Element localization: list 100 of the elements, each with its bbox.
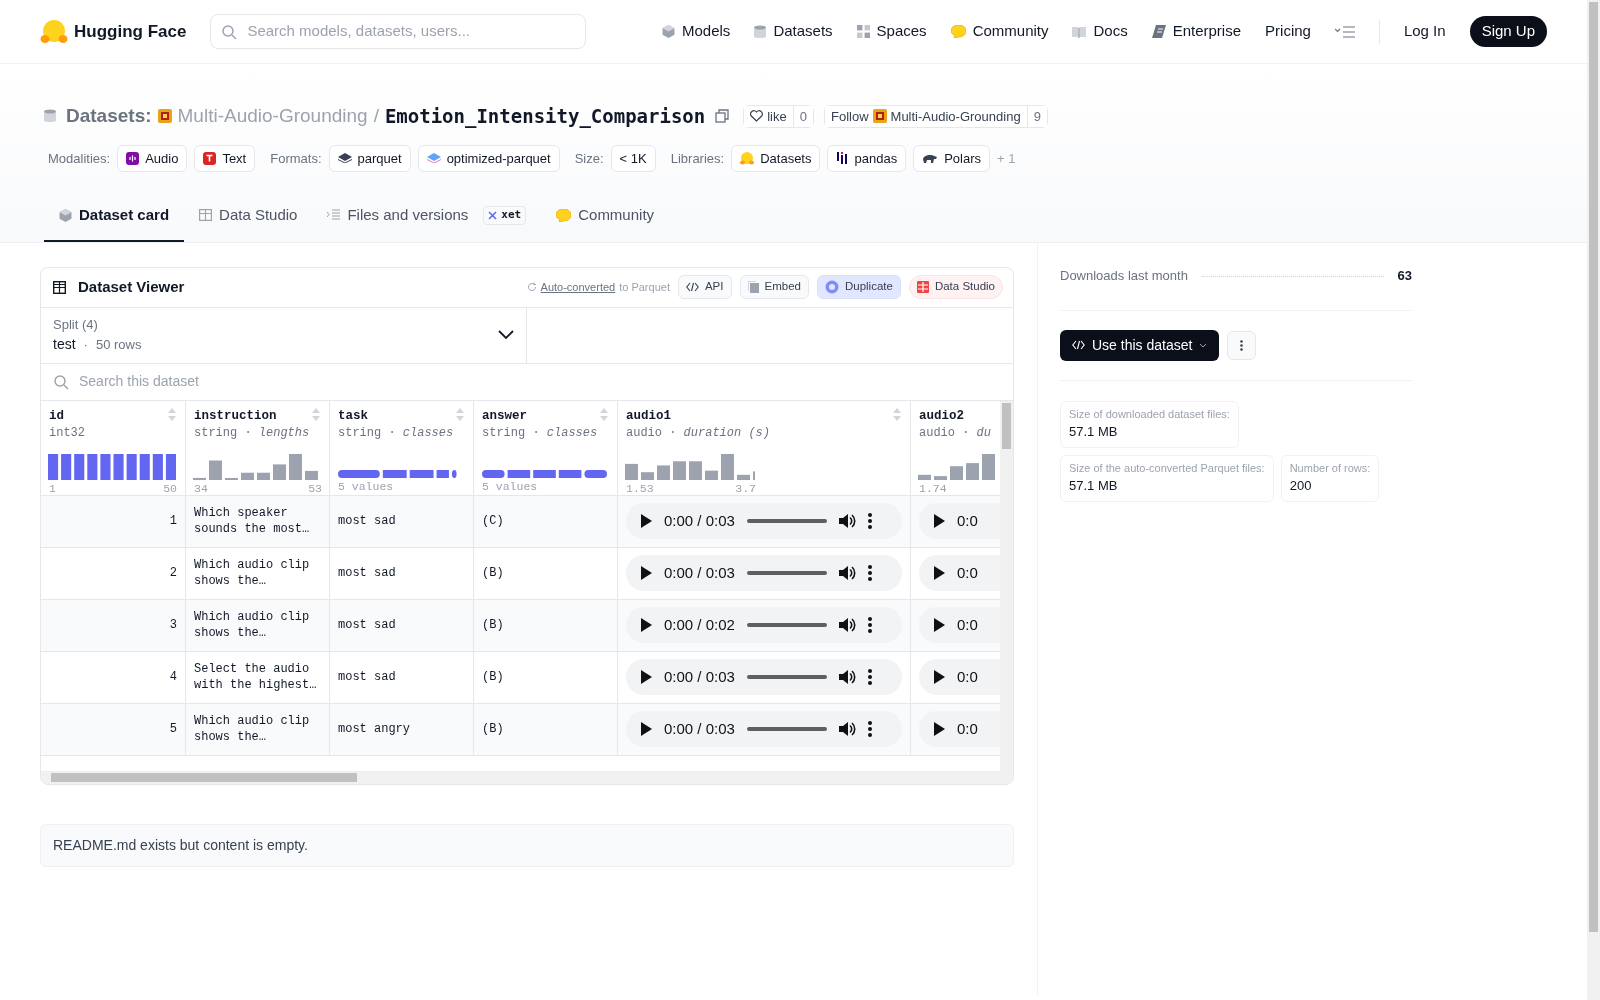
file-icon <box>747 281 759 293</box>
column-name: answer <box>482 407 527 424</box>
tab[interactable]: Data Studio <box>184 192 313 242</box>
dataset-search-field[interactable]: Search this dataset <box>77 370 1001 393</box>
more-icon <box>867 513 872 529</box>
progress-track[interactable] <box>746 571 827 575</box>
table-cell-text: (B) <box>482 669 504 686</box>
org-avatar-icon <box>157 109 172 124</box>
more-icon <box>867 617 872 633</box>
tag[interactable]: < 1K <box>610 144 656 172</box>
audio-time: 0:00 / 0:03 <box>664 562 735 583</box>
nav-link[interactable]: Community <box>950 20 1049 43</box>
play-icon <box>933 670 945 684</box>
audio-time: 0:0 <box>957 562 978 583</box>
nav-link[interactable]: Docs <box>1072 20 1128 43</box>
stat-label: Size of downloaded dataset files: <box>1069 406 1230 422</box>
tag[interactable]: Audio <box>117 144 188 172</box>
more-icon <box>867 669 872 685</box>
volume-icon <box>838 565 856 581</box>
signup-button[interactable]: Sign Up <box>1469 16 1547 47</box>
use-dataset-button[interactable]: Use this dataset <box>1060 329 1220 361</box>
copy-icon <box>715 109 730 124</box>
column-type: string · classes <box>482 424 598 441</box>
action-button[interactable]: Duplicate <box>816 275 901 299</box>
volume-icon <box>838 513 856 529</box>
progress-track[interactable] <box>746 623 827 627</box>
table-cell-text: 1 <box>169 513 177 530</box>
tab[interactable]: Dataset card <box>44 192 185 242</box>
page-scrollbar[interactable] <box>1587 0 1600 1000</box>
audio-player[interactable]: 0:0 <box>919 659 1000 695</box>
audio-player[interactable]: 0:0 <box>919 607 1000 643</box>
tag[interactable]: Datasets <box>731 144 821 172</box>
more-options-button[interactable] <box>1227 330 1257 360</box>
stat-value: 57.1 MB <box>1069 477 1119 495</box>
table-cell-text: most sad <box>338 669 396 686</box>
speech-bubble-icon <box>950 25 966 38</box>
play-icon <box>933 618 945 632</box>
tag[interactable]: pandas <box>827 144 907 172</box>
audio-player[interactable]: 0:00 / 0:03 <box>626 711 902 747</box>
action-button[interactable]: API <box>677 275 732 299</box>
table-cell-text: 4 <box>169 669 177 686</box>
more-icon <box>1240 339 1244 351</box>
parallelogram-icon <box>1151 25 1166 38</box>
conversion-note: Auto-converted to Parquet <box>526 278 670 296</box>
progress-track[interactable] <box>746 675 827 679</box>
tab[interactable]: Community <box>541 192 670 242</box>
search-field[interactable]: Search models, datasets, users... <box>245 19 576 44</box>
progress-track[interactable] <box>746 519 827 523</box>
audio-player[interactable]: 0:0 <box>919 555 1000 591</box>
text-icon <box>203 151 217 165</box>
brand-name[interactable]: Hugging Face <box>74 18 187 45</box>
play-icon <box>933 566 945 580</box>
menu-button[interactable] <box>1334 25 1355 38</box>
column-type: string · classes <box>338 424 454 441</box>
max-value: 53 <box>308 481 322 495</box>
table-cell-text: 5 <box>169 721 177 738</box>
play-icon <box>933 722 945 736</box>
max-value: 50 <box>163 481 177 495</box>
tag[interactable]: Polars <box>913 144 990 172</box>
tab[interactable]: Files and versions xet <box>312 192 542 242</box>
nav-link[interactable]: Models <box>662 20 731 43</box>
separator-dot: · <box>83 336 88 354</box>
play-icon <box>933 514 945 528</box>
row-count: 50 rows <box>95 336 142 354</box>
nav-link[interactable]: Enterprise <box>1151 20 1242 43</box>
bear-icon <box>922 153 939 164</box>
audio-player[interactable]: 0:00 / 0:03 <box>626 503 902 539</box>
tag[interactable]: optimized-parquet <box>417 144 560 172</box>
auto-converted-link[interactable]: Auto-converted <box>540 278 616 296</box>
column-type: int32 <box>49 424 85 441</box>
table-cell-text: Which audio clip shows the… <box>194 609 311 641</box>
split-label: Split (4) <box>53 315 99 334</box>
audio-player[interactable]: 0:00 / 0:03 <box>626 555 902 591</box>
downloads-label: Downloads last month <box>1060 267 1188 286</box>
nav-link[interactable]: Datasets <box>754 20 833 43</box>
max-value: 3.7 <box>735 481 756 495</box>
tag[interactable]: Text <box>194 144 256 172</box>
nav-link[interactable]: Pricing <box>1265 20 1311 43</box>
audio-player[interactable]: 0:0 <box>919 711 1000 747</box>
database-icon <box>44 109 56 124</box>
database-icon <box>754 24 767 39</box>
login-link[interactable]: Log In <box>1403 20 1446 43</box>
dataset-search-box[interactable]: Search this dataset <box>41 363 1013 401</box>
audio-player[interactable]: 0:00 / 0:02 <box>626 607 902 643</box>
tag[interactable]: parquet <box>328 144 411 172</box>
copy-button[interactable] <box>715 109 730 124</box>
nav-link[interactable]: Spaces <box>856 20 927 43</box>
tag-group-label: Formats: <box>270 149 322 168</box>
action-button[interactable]: Data Studio <box>908 275 1003 299</box>
action-button[interactable]: Embed <box>739 275 809 299</box>
horizontal-scrollbar[interactable] <box>41 770 1013 784</box>
layers-icon <box>337 153 352 164</box>
play-icon <box>640 618 652 632</box>
vertical-scrollbar[interactable] <box>1000 400 1013 771</box>
split-selector[interactable]: Split (4) test · 50 rows <box>41 307 527 363</box>
sort-icon <box>455 407 465 421</box>
audio-player[interactable]: 0:00 / 0:03 <box>626 659 902 695</box>
search-box[interactable]: Search models, datasets, users... <box>210 14 587 49</box>
progress-track[interactable] <box>746 727 827 731</box>
audio-player[interactable]: 0:0 <box>919 503 1000 539</box>
